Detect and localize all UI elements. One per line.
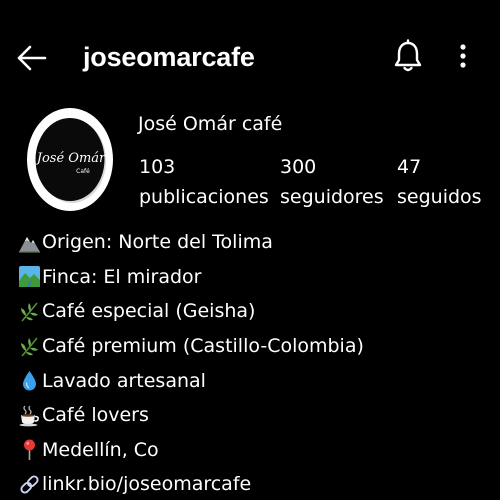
following-count: 47 [397, 156, 422, 178]
bio-line-specialty: Café especial (Geisha) [18, 294, 488, 329]
followers-count: 300 [280, 156, 317, 178]
bio-link-text[interactable]: linkr.bio/joseomarcafe [42, 473, 251, 495]
bio-line-origin: Origen: Norte del Tolima [18, 225, 488, 260]
back-button[interactable] [14, 40, 50, 76]
herb-icon [18, 335, 41, 358]
profile-bio: Origen: Norte del Tolima Finca: El mirad… [18, 225, 488, 500]
mountain-icon [18, 231, 41, 254]
following-label: seguidos [397, 186, 482, 208]
following-stat[interactable]: 47 seguidos [397, 152, 482, 212]
profile-username: joseomarcafe [83, 42, 255, 72]
bio-line-text: Finca: El mirador [42, 265, 202, 288]
herb-icon [18, 300, 41, 323]
landscape-icon [18, 265, 41, 288]
avatar-logo-text: José Omár [34, 151, 106, 166]
arrow-left-icon [17, 45, 47, 71]
link-icon [18, 473, 41, 496]
more-vertical-icon [460, 44, 466, 68]
coffee-cup-icon [18, 404, 41, 427]
bio-line-process: Lavado artesanal [18, 363, 488, 398]
bio-line-text: Lavado artesanal [42, 369, 206, 392]
top-bar: joseomarcafe [0, 0, 500, 110]
posts-label: publicaciones [139, 186, 269, 208]
bell-icon [394, 39, 422, 72]
more-options-button[interactable] [450, 40, 476, 74]
avatar[interactable]: José Omár Café [26, 107, 114, 212]
bio-line-premium: Café premium (Castillo-Colombia) [18, 329, 488, 364]
followers-stat[interactable]: 300 seguidores [280, 152, 384, 212]
bio-line-text: Medellín, Co [42, 438, 159, 461]
followers-label: seguidores [280, 186, 384, 208]
bio-line-text: Café especial (Geisha) [42, 300, 256, 323]
bio-line-text: Café premium (Castillo-Colombia) [42, 335, 364, 358]
bio-link[interactable]: linkr.bio/joseomarcafe [18, 467, 488, 500]
bio-line-text: Café lovers [42, 404, 149, 427]
bio-line-farm: Finca: El mirador [18, 260, 488, 295]
bio-line-lovers: Café lovers [18, 398, 488, 433]
pin-icon [18, 438, 41, 461]
droplet-icon [18, 369, 41, 392]
posts-stat[interactable]: 103 publicaciones [139, 152, 269, 212]
avatar-logo-subtext: Café [76, 168, 90, 175]
profile-display-name: José Omár café [138, 113, 283, 135]
bio-line-text: Origen: Norte del Tolima [42, 231, 273, 254]
posts-count: 103 [139, 156, 176, 178]
notifications-button[interactable] [391, 39, 425, 75]
bio-line-location: Medellín, Co [18, 433, 488, 468]
